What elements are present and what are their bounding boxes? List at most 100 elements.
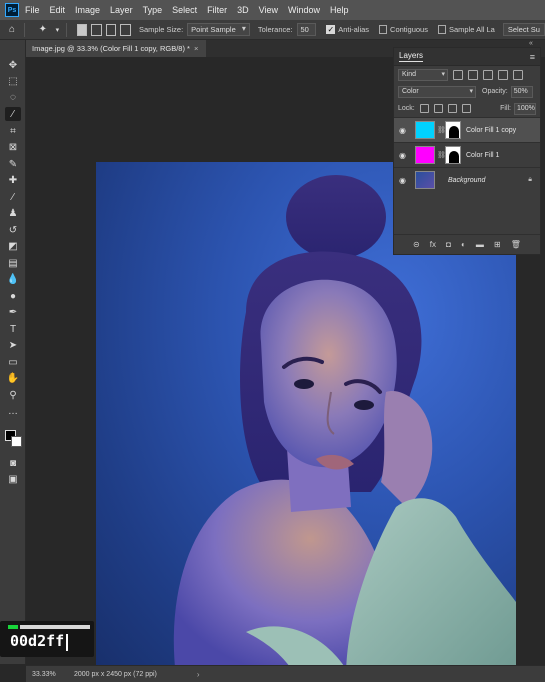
contiguous-checkbox[interactable] [379,25,388,34]
menu-image[interactable]: Image [75,5,100,15]
hex-value-text[interactable]: 00d2ff [10,632,64,650]
menu-help[interactable]: Help [330,5,349,15]
layer-mask-thumbnail[interactable] [445,121,461,139]
magic-wand-tool-icon[interactable]: ✦ [37,23,49,37]
menu-filter[interactable]: Filter [207,5,227,15]
visibility-eye-icon[interactable]: ◉ [399,126,409,135]
blur-tool-icon[interactable]: 💧 [5,272,21,286]
adjustment-layer-icon[interactable]: ◐ [461,240,466,249]
lock-position-icon[interactable] [447,104,457,113]
type-tool-icon[interactable]: T [5,322,21,336]
tolerance-input[interactable]: 50 [296,23,317,36]
fill-input[interactable]: 100% [514,102,536,115]
pen-tool-icon[interactable]: ✒ [5,305,21,319]
visibility-eye-icon[interactable]: ◉ [399,151,409,160]
clone-stamp-tool-icon[interactable]: ♟ [5,206,21,220]
sample-size-label: Sample Size: [138,25,184,34]
chevron-down-icon[interactable]: ▾ [55,23,60,37]
hand-tool-icon[interactable]: ✋ [5,371,21,385]
rectangle-tool-icon[interactable]: ▭ [5,355,21,369]
magic-wand-tool-icon[interactable]: ⁄ [5,107,21,121]
panel-menu-icon[interactable]: ≡ [530,52,535,62]
color-swatches[interactable] [5,430,23,448]
menu-3d[interactable]: 3D [237,5,249,15]
screen-mode-icon[interactable]: ▣ [5,472,21,486]
lasso-tool-icon[interactable]: ◌ [5,90,21,104]
new-group-icon[interactable]: ▬ [476,240,484,249]
gradient-tool-icon[interactable]: ▤ [5,256,21,270]
add-to-selection-button[interactable] [91,23,102,36]
layer-thumbnail[interactable] [415,121,435,139]
document-info: 2000 px x 2450 px (72 ppi) [74,670,157,678]
brush-tool-icon[interactable]: ∕ [5,190,21,204]
layer-thumbnail[interactable] [415,146,435,164]
filter-shape-icon[interactable] [498,69,508,80]
tolerance-label: Tolerance: [257,25,293,34]
intersect-selection-button[interactable] [120,23,131,36]
status-menu-arrow-icon[interactable]: › [197,670,200,679]
layer-thumbnail[interactable] [415,171,435,189]
layers-tab[interactable]: Layers [399,51,424,62]
filter-pixel-icon[interactable] [453,69,463,80]
lock-pixels-icon[interactable] [433,104,443,113]
layer-color-fill-1-copy[interactable]: ◉ ⛓ Color Fill 1 copy [394,117,540,142]
menu-edit[interactable]: Edit [50,5,66,15]
status-bar: 33.33% 2000 px x 2450 px (72 ppi) › [26,665,545,682]
layer-mask-thumbnail[interactable] [445,146,461,164]
link-layers-icon[interactable]: ⊝ [413,240,420,249]
fill-label: Fill: [500,105,511,112]
frame-tool-icon[interactable]: ⊠ [5,140,21,154]
history-brush-tool-icon[interactable]: ↺ [5,223,21,237]
lock-all-icon[interactable] [461,104,471,113]
lock-label: Lock: [398,105,415,112]
quick-mask-icon[interactable]: ◙ [5,456,21,470]
new-selection-button[interactable] [76,23,88,36]
layer-filter-kind-select[interactable]: Kind [398,68,448,81]
visibility-eye-icon[interactable]: ◉ [399,176,409,185]
layer-style-icon[interactable]: fx [430,240,436,249]
home-icon[interactable]: ⌂ [6,23,18,37]
select-subject-button[interactable]: Select Su [502,23,545,36]
zoom-level[interactable]: 33.33% [32,671,62,678]
menu-type[interactable]: Type [143,5,163,15]
separator [65,22,67,37]
subtract-from-selection-button[interactable] [105,23,117,36]
document-tab[interactable]: Image.jpg @ 33.3% (Color Fill 1 copy, RG… [26,40,206,57]
eyedropper-tool-icon[interactable]: ✎ [5,157,21,171]
layers-panel-footer: ⊝ fx ◘ ◐ ▬ ⊞ 🗑︎ [394,234,540,254]
path-selection-tool-icon[interactable]: ➤ [5,338,21,352]
opacity-input[interactable]: 50% [510,85,533,98]
zoom-tool-icon[interactable]: ⚲ [5,388,21,402]
sample-all-layers-checkbox[interactable] [437,25,446,34]
blend-mode-select[interactable]: Color [398,85,476,98]
delete-layer-icon[interactable]: 🗑︎ [511,240,521,249]
separator [23,22,25,37]
layer-name: Color Fill 1 copy [466,126,517,134]
more-tools-icon[interactable]: … [5,404,21,418]
dodge-tool-icon[interactable]: ● [5,289,21,303]
healing-brush-tool-icon[interactable]: ✚ [5,173,21,187]
add-mask-icon[interactable]: ◘ [446,240,451,249]
new-layer-icon[interactable]: ⊞ [494,240,501,249]
filter-type-icon[interactable] [483,69,493,80]
crop-tool-icon[interactable]: ⌗ [5,124,21,138]
menu-view[interactable]: View [259,5,278,15]
layer-name: Background [448,176,486,184]
menu-file[interactable]: File [25,5,40,15]
menu-select[interactable]: Select [172,5,197,15]
close-icon[interactable]: × [194,44,198,53]
filter-adjustment-icon[interactable] [468,69,478,80]
menu-layer[interactable]: Layer [110,5,133,15]
layer-color-fill-1[interactable]: ◉ ⛓ Color Fill 1 [394,142,540,167]
eraser-tool-icon[interactable]: ◩ [5,239,21,253]
hex-color-overlay: 00d2ff [0,621,94,657]
background-color-swatch[interactable] [11,436,22,447]
sample-size-select[interactable]: Point Sample [187,23,250,36]
filter-smart-object-icon[interactable] [513,69,523,80]
move-tool-icon[interactable]: ✥ [5,58,21,72]
layer-background[interactable]: ◉ Background 🔒︎ [394,167,540,192]
lock-transparency-icon[interactable] [419,104,429,113]
marquee-tool-icon[interactable]: ⬚ [5,74,21,88]
anti-alias-checkbox[interactable]: ✓ [326,25,336,34]
menu-window[interactable]: Window [288,5,320,15]
